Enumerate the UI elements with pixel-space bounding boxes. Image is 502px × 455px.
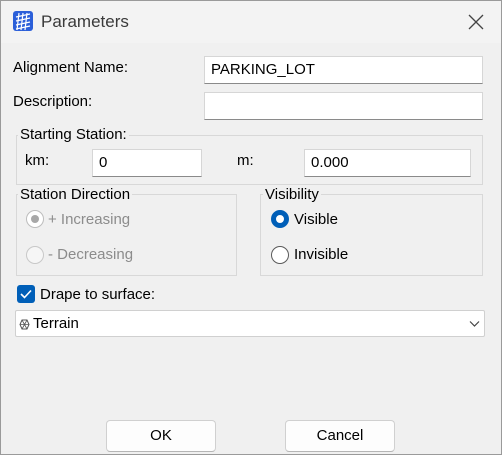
decreasing-label: - Decreasing: [48, 246, 134, 263]
close-button[interactable]: [453, 5, 499, 39]
chevron-down-icon: [469, 321, 480, 327]
app-grid-icon: [13, 11, 33, 31]
visible-label: Visible: [294, 211, 338, 228]
visible-radio[interactable]: [271, 210, 289, 228]
surface-value: Terrain: [33, 315, 79, 332]
alignment-name-label: Alignment Name:: [13, 59, 129, 76]
km-label: km:: [25, 152, 50, 169]
title-bar: Parameters: [1, 1, 501, 43]
alignment-name-input[interactable]: PARKING_LOT: [204, 56, 483, 84]
m-label: m:: [237, 152, 254, 169]
station-direction-title: Station Direction: [18, 186, 133, 203]
increasing-label: + Increasing: [48, 211, 131, 228]
ok-button[interactable]: OK: [106, 420, 216, 452]
increasing-radio[interactable]: [26, 210, 44, 228]
invisible-label: Invisible: [294, 246, 349, 263]
parameters-dialog: Parameters Alignment Name: PARKING_LOT D…: [0, 0, 502, 455]
description-label: Description:: [13, 93, 93, 110]
window-title: Parameters: [41, 12, 129, 31]
visibility-group: [260, 194, 483, 276]
drape-checkbox[interactable]: [17, 285, 35, 303]
close-icon: [468, 14, 484, 30]
description-input[interactable]: [204, 92, 483, 120]
surface-combobox[interactable]: Terrain: [15, 310, 485, 337]
decreasing-radio[interactable]: [26, 246, 44, 264]
m-input[interactable]: 0.000: [304, 149, 471, 177]
checkmark-icon: [20, 289, 32, 299]
station-direction-group: [16, 194, 237, 276]
visibility-title: Visibility: [263, 186, 321, 203]
terrain-icon: [19, 319, 30, 330]
drape-label: Drape to surface:: [40, 286, 156, 303]
starting-station-title: Starting Station:: [18, 126, 129, 143]
km-input[interactable]: 0: [92, 149, 202, 177]
cancel-button[interactable]: Cancel: [285, 420, 395, 452]
invisible-radio[interactable]: [271, 246, 289, 264]
